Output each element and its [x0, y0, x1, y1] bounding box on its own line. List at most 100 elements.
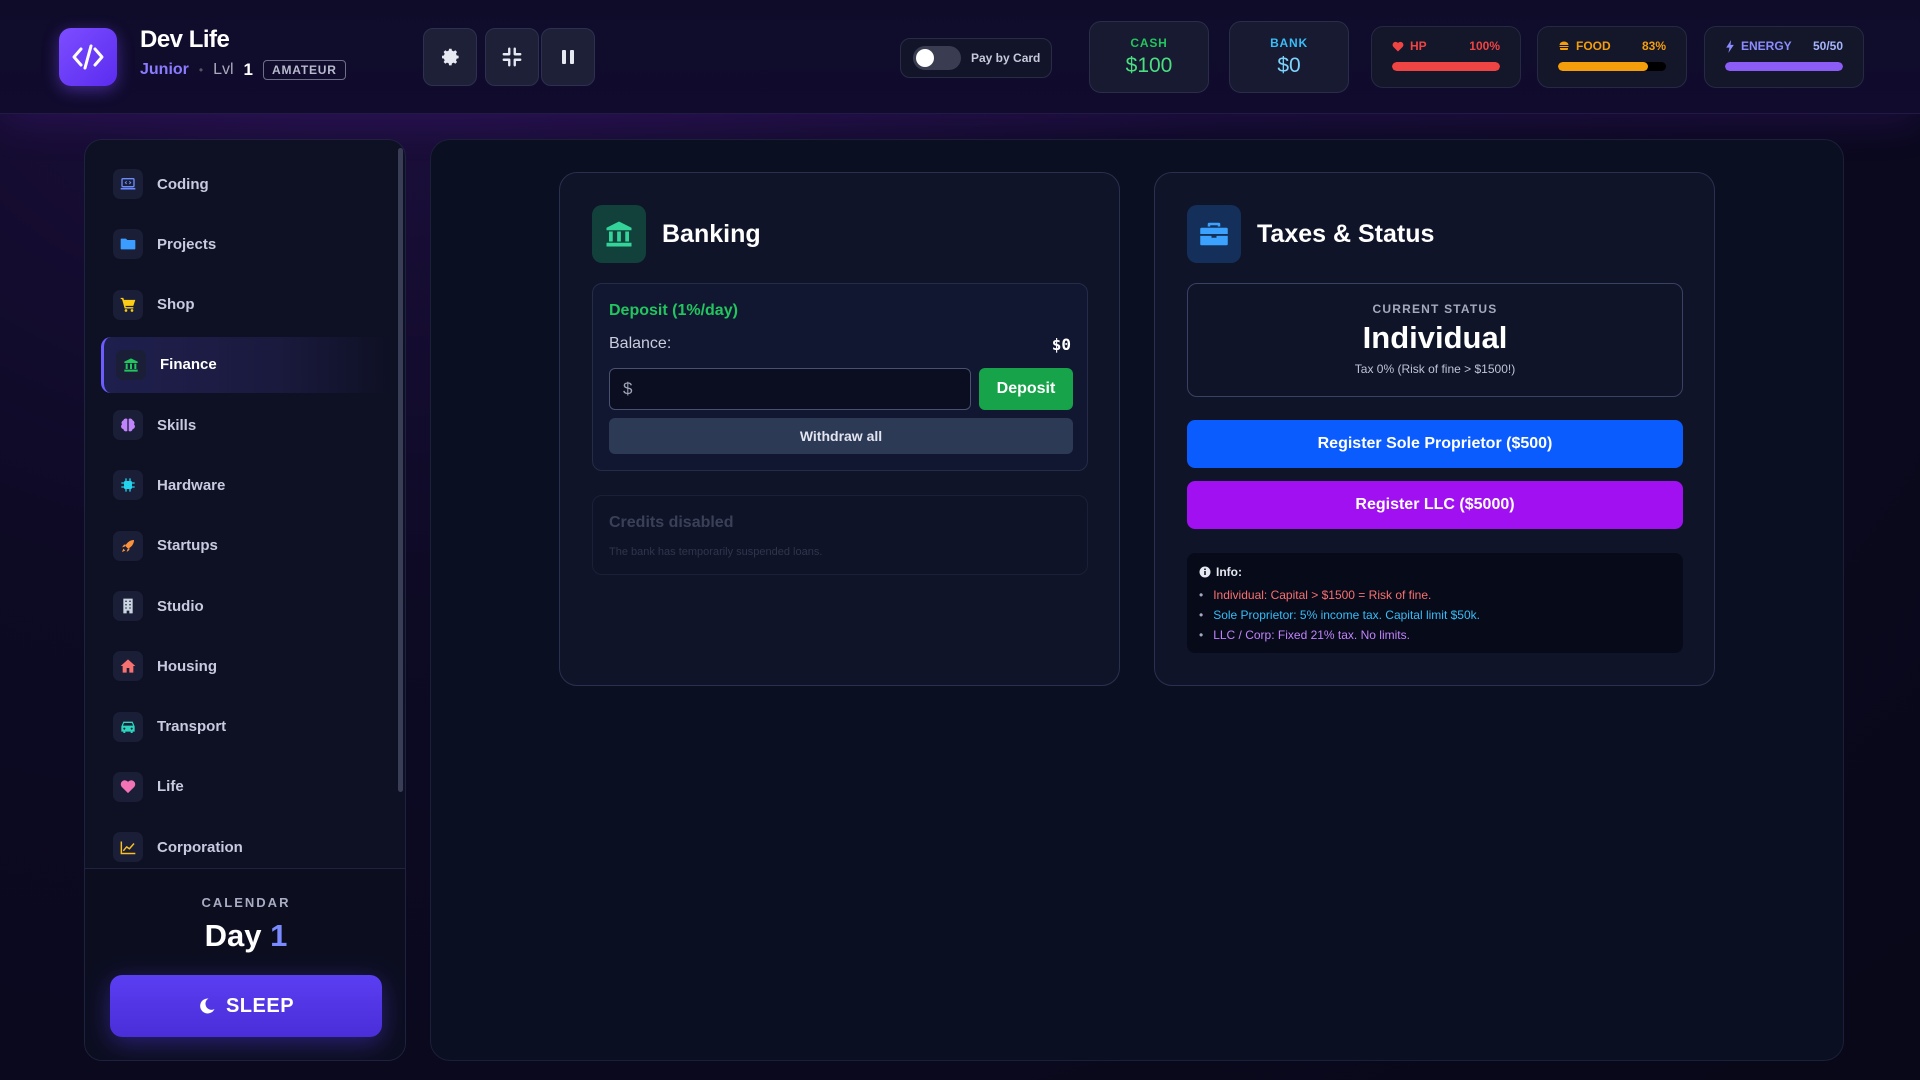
hp-label: HP: [1410, 39, 1427, 53]
deposit-title: Deposit (1%/day): [609, 302, 738, 319]
settings-button[interactable]: [423, 28, 477, 86]
deposit-button[interactable]: Deposit: [979, 368, 1073, 410]
credits-section: Credits disabled The bank has temporaril…: [592, 495, 1088, 575]
code-icon: [72, 44, 104, 70]
sidebar-item-skills[interactable]: Skills: [101, 397, 391, 453]
sidebar-item-hardware[interactable]: Hardware: [101, 457, 391, 513]
sidebar-item-life[interactable]: Life: [101, 759, 391, 815]
rocket-icon: [113, 530, 143, 561]
brain-icon: [113, 410, 143, 441]
car-icon: [113, 711, 143, 742]
sidebar: Coding Projects Shop Finance Skills Hardware S…: [84, 139, 406, 1061]
player-info: Junior • Lvl 1 AMATEUR: [140, 60, 346, 80]
compress-button[interactable]: [485, 28, 539, 86]
banking-title: Banking: [662, 219, 761, 248]
pay-by-card-toggle[interactable]: Pay by Card: [900, 38, 1052, 78]
cash-label: CASH: [1130, 36, 1168, 50]
compress-icon: [502, 47, 522, 67]
building-icon: [113, 591, 143, 622]
banking-panel: Banking Deposit (1%/day) Balance: $0 Dep…: [559, 172, 1120, 686]
status-label: CURRENT STATUS: [1372, 302, 1498, 316]
food-bar: [1558, 62, 1666, 71]
balance-label: Balance:: [609, 335, 672, 352]
toggle-switch[interactable]: [913, 46, 961, 70]
sidebar-item-label: Transport: [157, 718, 227, 736]
deposit-amount-input[interactable]: [609, 368, 971, 410]
level-value: 1: [243, 60, 254, 79]
sidebar-item-shop[interactable]: Shop: [101, 277, 391, 333]
info-item: Sole Proprietor: 5% income tax. Capital …: [1199, 605, 1671, 625]
balance-value: $0: [1051, 335, 1071, 354]
sleep-button[interactable]: SLEEP: [110, 975, 382, 1037]
info-list: Individual: Capital > $1500 = Risk of fi…: [1199, 585, 1671, 645]
energy-bar-fill: [1725, 62, 1843, 71]
info-title: Info:: [1216, 565, 1242, 579]
separator-dot: •: [198, 63, 204, 77]
sidebar-item-finance[interactable]: Finance: [101, 336, 391, 393]
sidebar-nav: Coding Projects Shop Finance Skills Hardware S…: [101, 156, 391, 880]
sidebar-item-corporation[interactable]: Corporation: [101, 819, 391, 875]
calendar-day: Day 1: [85, 918, 405, 954]
sidebar-item-label: Shop: [157, 296, 195, 314]
sidebar-item-label: Startups: [157, 537, 218, 555]
moon-icon: [200, 998, 215, 1014]
sidebar-item-label: Coding: [157, 175, 209, 193]
pause-button[interactable]: [541, 28, 595, 86]
sidebar-item-housing[interactable]: Housing: [101, 638, 391, 694]
app-title: Dev Life: [140, 26, 230, 53]
sidebar-item-label: Hardware: [157, 476, 226, 494]
day-label: Day: [204, 918, 262, 953]
level-label: Lvl: [213, 61, 234, 78]
cart-icon: [113, 289, 143, 320]
energy-label: ENERGY: [1741, 39, 1792, 53]
chip-icon: [113, 470, 143, 501]
day-value: 1: [270, 918, 288, 953]
status-note: Tax 0% (Risk of fine > $1500!): [1354, 362, 1516, 376]
sidebar-item-studio[interactable]: Studio: [101, 578, 391, 634]
info-item-text: LLC / Corp: Fixed 21% tax. No limits.: [1213, 628, 1410, 642]
register-sole-proprietor-button[interactable]: Register Sole Proprietor ($500): [1187, 420, 1683, 468]
cash-value: $100: [1125, 54, 1173, 77]
bank-value: $0: [1277, 54, 1301, 77]
food-stat: FOOD 83%: [1537, 26, 1687, 88]
sidebar-item-startups[interactable]: Startups: [101, 518, 391, 574]
pause-icon: [562, 50, 574, 64]
info-box: Info: Individual: Capital > $1500 = Risk…: [1187, 553, 1683, 653]
top-bar: Dev Life Junior • Lvl 1 AMATEUR Pay by C…: [0, 0, 1920, 114]
food-value: 83%: [1641, 39, 1666, 53]
sidebar-scrollbar[interactable]: [398, 148, 403, 792]
info-item-text: Sole Proprietor: 5% income tax. Capital …: [1213, 608, 1480, 622]
briefcase-icon: [1200, 222, 1228, 246]
hp-value: 100%: [1469, 39, 1500, 53]
info-item: Individual: Capital > $1500 = Risk of fi…: [1199, 585, 1671, 605]
taxes-icon-box: [1187, 205, 1241, 263]
laptop-code-icon: [113, 169, 143, 199]
sidebar-item-coding[interactable]: Coding: [101, 156, 391, 212]
info-icon: [1199, 566, 1211, 578]
sleep-label: SLEEP: [225, 994, 295, 1017]
app-logo: [59, 28, 117, 86]
sidebar-item-label: Finance: [160, 356, 217, 374]
food-bar-fill: [1558, 62, 1648, 71]
hp-stat: HP 100%: [1371, 26, 1521, 88]
sidebar-item-label: Skills: [157, 416, 197, 434]
cash-card: CASH $100: [1089, 21, 1209, 93]
chart-line-icon: [113, 832, 143, 863]
info-item-text: Individual: Capital > $1500 = Risk of fi…: [1213, 588, 1432, 602]
sidebar-item-label: Projects: [157, 235, 217, 253]
tier-badge: AMATEUR: [263, 60, 346, 80]
food-label: FOOD: [1576, 39, 1611, 53]
credits-subtitle: The bank has temporarily suspended loans…: [609, 546, 823, 558]
energy-value: 50/50: [1812, 39, 1843, 53]
house-icon: [113, 651, 143, 682]
bank-icon: [606, 221, 632, 247]
taxes-panel: Taxes & Status CURRENT STATUS Individual…: [1154, 172, 1715, 686]
current-status-box: CURRENT STATUS Individual Tax 0% (Risk o…: [1187, 283, 1683, 397]
sidebar-item-projects[interactable]: Projects: [101, 216, 391, 272]
withdraw-all-button[interactable]: Withdraw all: [609, 418, 1073, 454]
sidebar-item-transport[interactable]: Transport: [101, 699, 391, 755]
register-llc-button[interactable]: Register LLC ($5000): [1187, 481, 1683, 529]
energy-bar: [1725, 62, 1843, 71]
sidebar-item-label: Housing: [157, 657, 217, 675]
bank-label: BANK: [1270, 36, 1308, 50]
